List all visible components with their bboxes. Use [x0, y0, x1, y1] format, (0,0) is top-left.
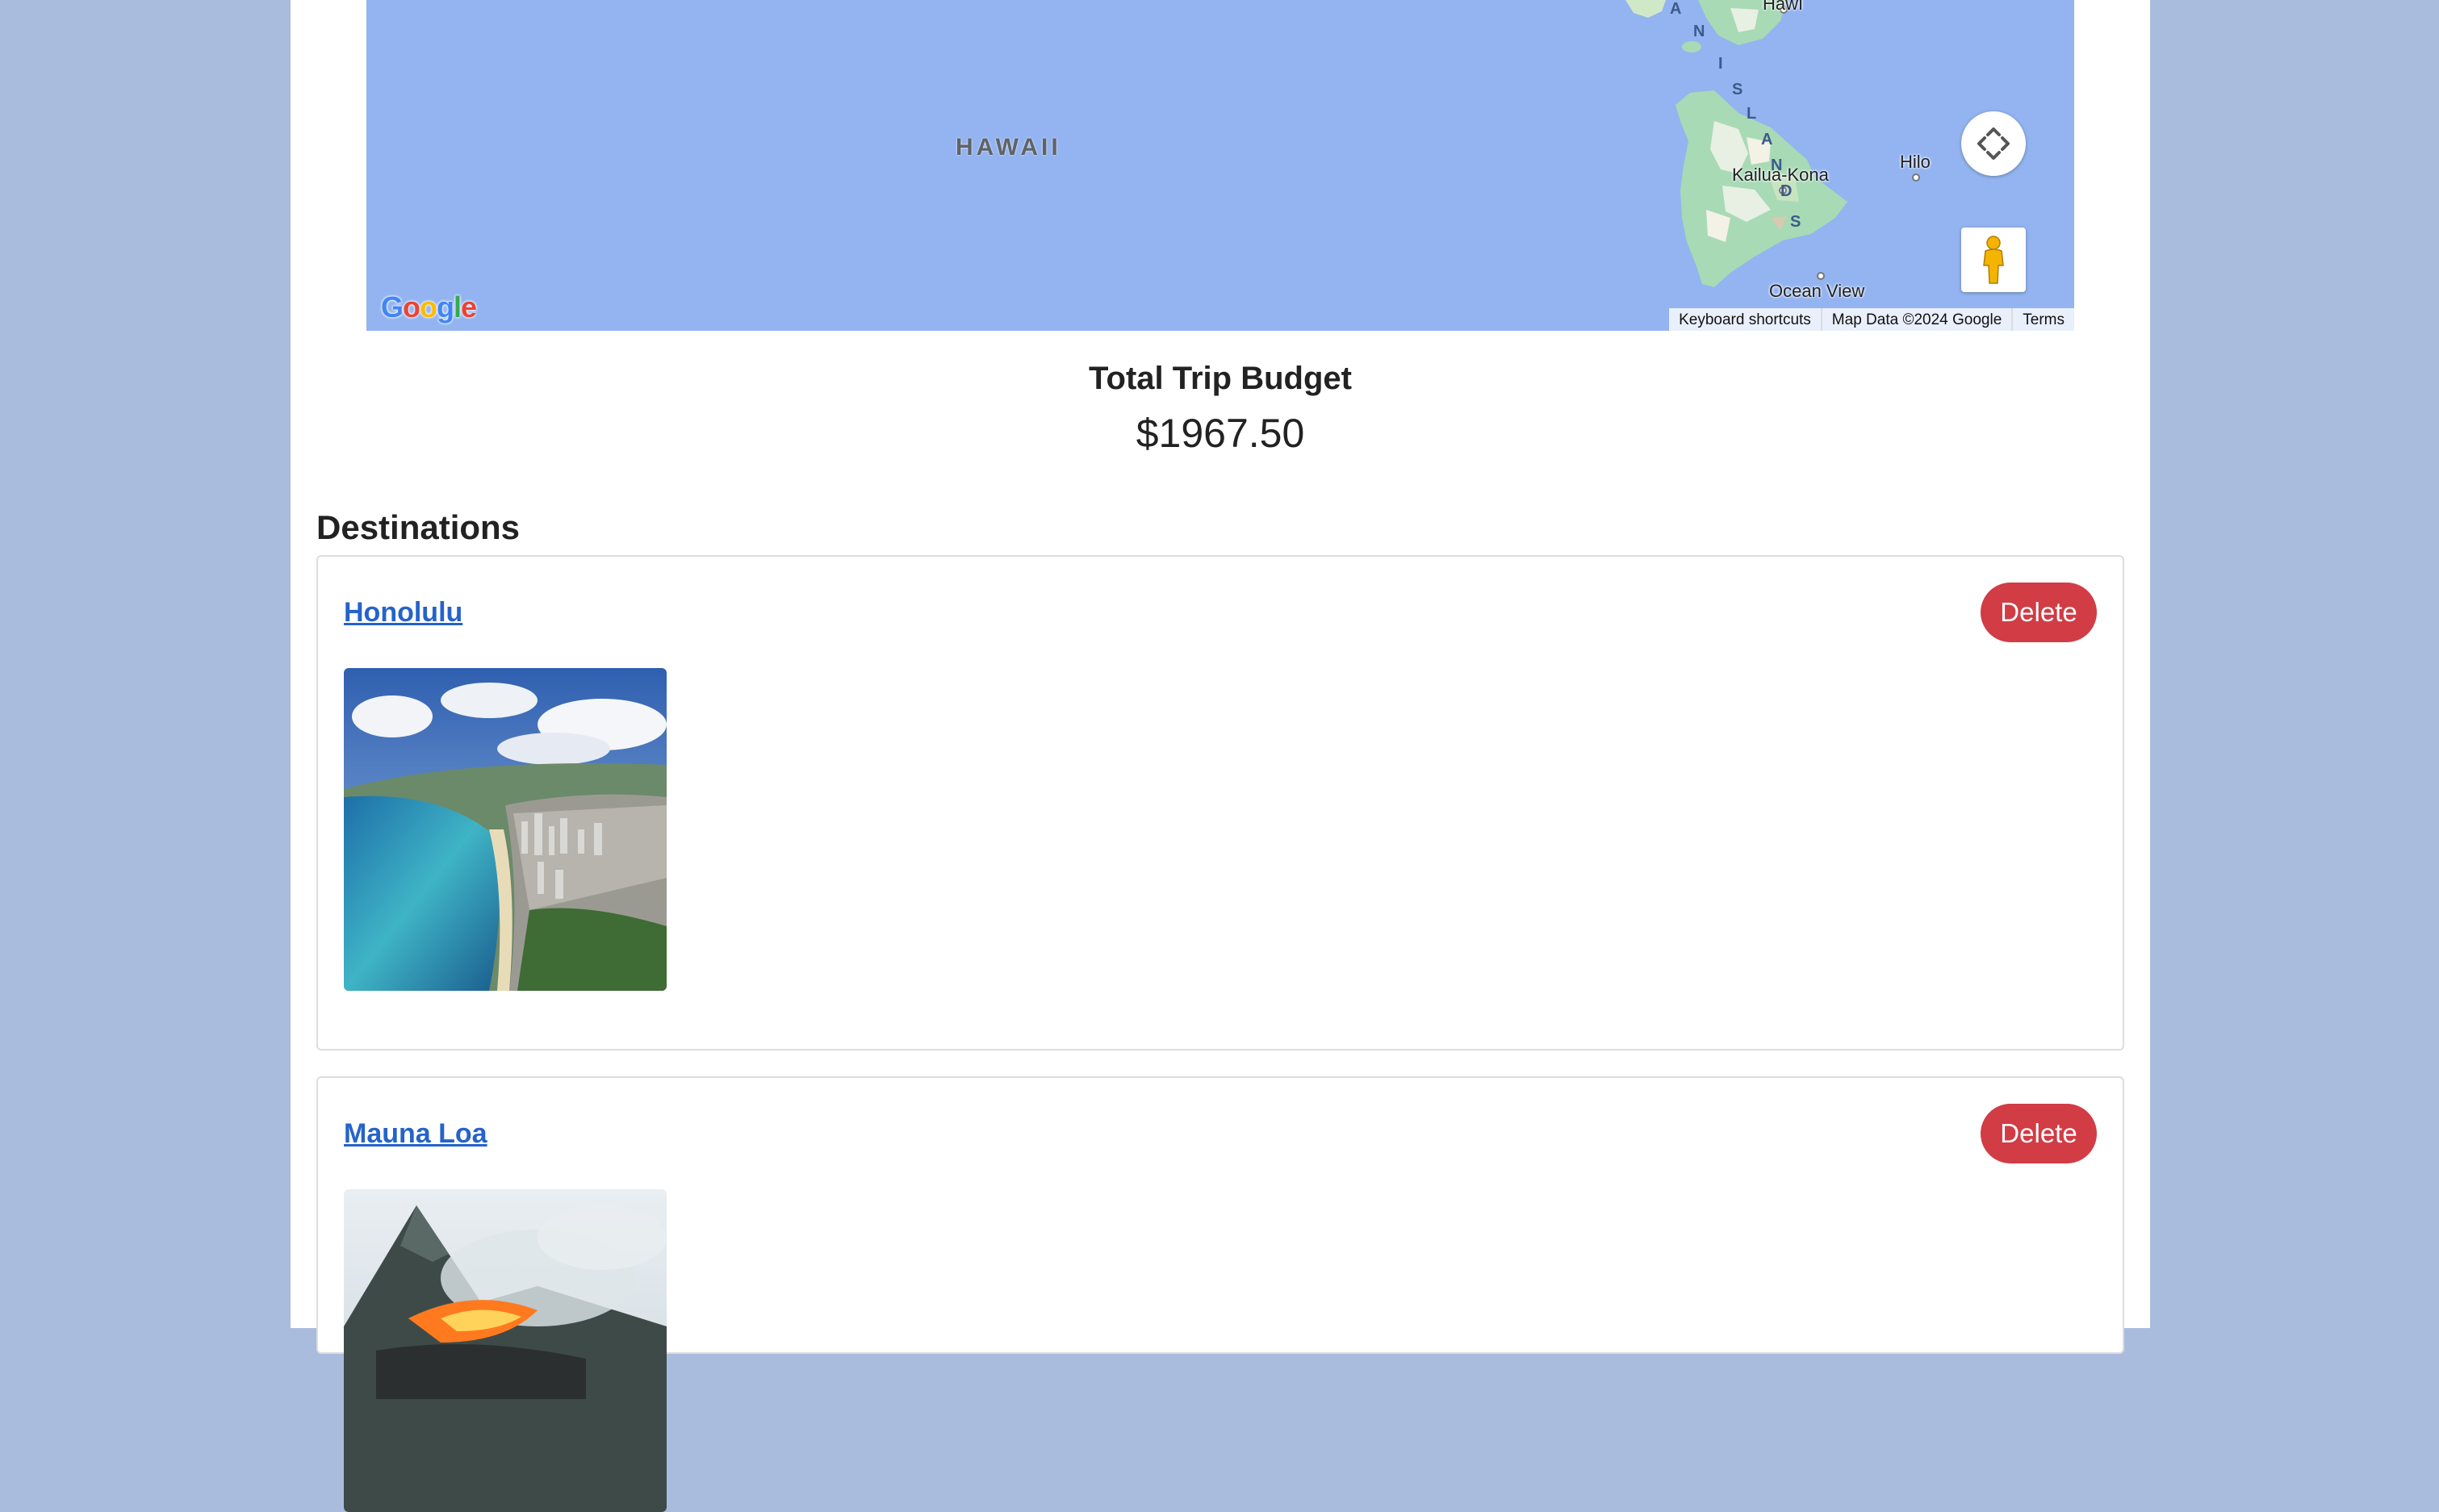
terms-link[interactable]: Terms: [2011, 308, 2074, 331]
map-arc-letter: S: [1732, 81, 1743, 98]
pan-arrows-icon: [1977, 127, 2010, 160]
mauna-loa-volcano-photo: [344, 1189, 667, 1512]
map-arc-letter: I: [1718, 55, 1723, 73]
map-arc-letter: L: [1747, 105, 1757, 123]
delete-button[interactable]: Delete: [1981, 1104, 2097, 1163]
map-pan-button[interactable]: [1961, 111, 2026, 176]
delete-button[interactable]: Delete: [1981, 583, 2097, 642]
map[interactable]: HAWAII Hāwī Kailua-Kona A N I S L A N D …: [366, 0, 2074, 331]
map-city-hilo: Hilo: [1900, 152, 1931, 172]
google-logo: Google: [381, 290, 477, 324]
map-city-ocean-view: Ocean View: [1769, 281, 1865, 301]
destination-card: Mauna Loa Delete: [316, 1076, 2124, 1512]
destination-card: Honolulu Delete: [316, 555, 2124, 1050]
destination-image: [344, 1189, 667, 1512]
map-data-text: Map Data ©2024 Google: [1820, 308, 2011, 331]
pegman-icon: [1983, 236, 2004, 284]
destination-link[interactable]: Mauna Loa: [344, 1118, 487, 1150]
budget-amount: $1967.50: [1136, 411, 1305, 456]
page-container: HAWAII Hāwī Kailua-Kona A N I S L A N D …: [291, 0, 2150, 1512]
map-arc-letter: S: [1790, 213, 1801, 231]
keyboard-shortcuts-link[interactable]: Keyboard shortcuts: [1669, 308, 1821, 331]
map-arc-letter: N: [1771, 157, 1783, 174]
destinations-heading: Destinations: [316, 508, 521, 546]
map-city-hawi: Hāwī: [1763, 0, 1804, 14]
map-arc-letter: D: [1780, 182, 1793, 200]
map-arc-letter: N: [1693, 23, 1705, 40]
destination-link[interactable]: Honolulu: [344, 597, 462, 629]
map-arc-letter: A: [1670, 0, 1682, 18]
budget-title: Total Trip Budget: [1089, 361, 1352, 396]
street-view-button[interactable]: [1961, 228, 2026, 292]
map-arc-letter: A: [1761, 131, 1773, 148]
honolulu-aerial-photo: [344, 668, 667, 991]
destination-image: [344, 668, 667, 991]
map-attribution-bar: Keyboard shortcuts Map Data ©2024 Google…: [1669, 308, 2074, 331]
map-region-label: HAWAII: [956, 134, 1061, 161]
